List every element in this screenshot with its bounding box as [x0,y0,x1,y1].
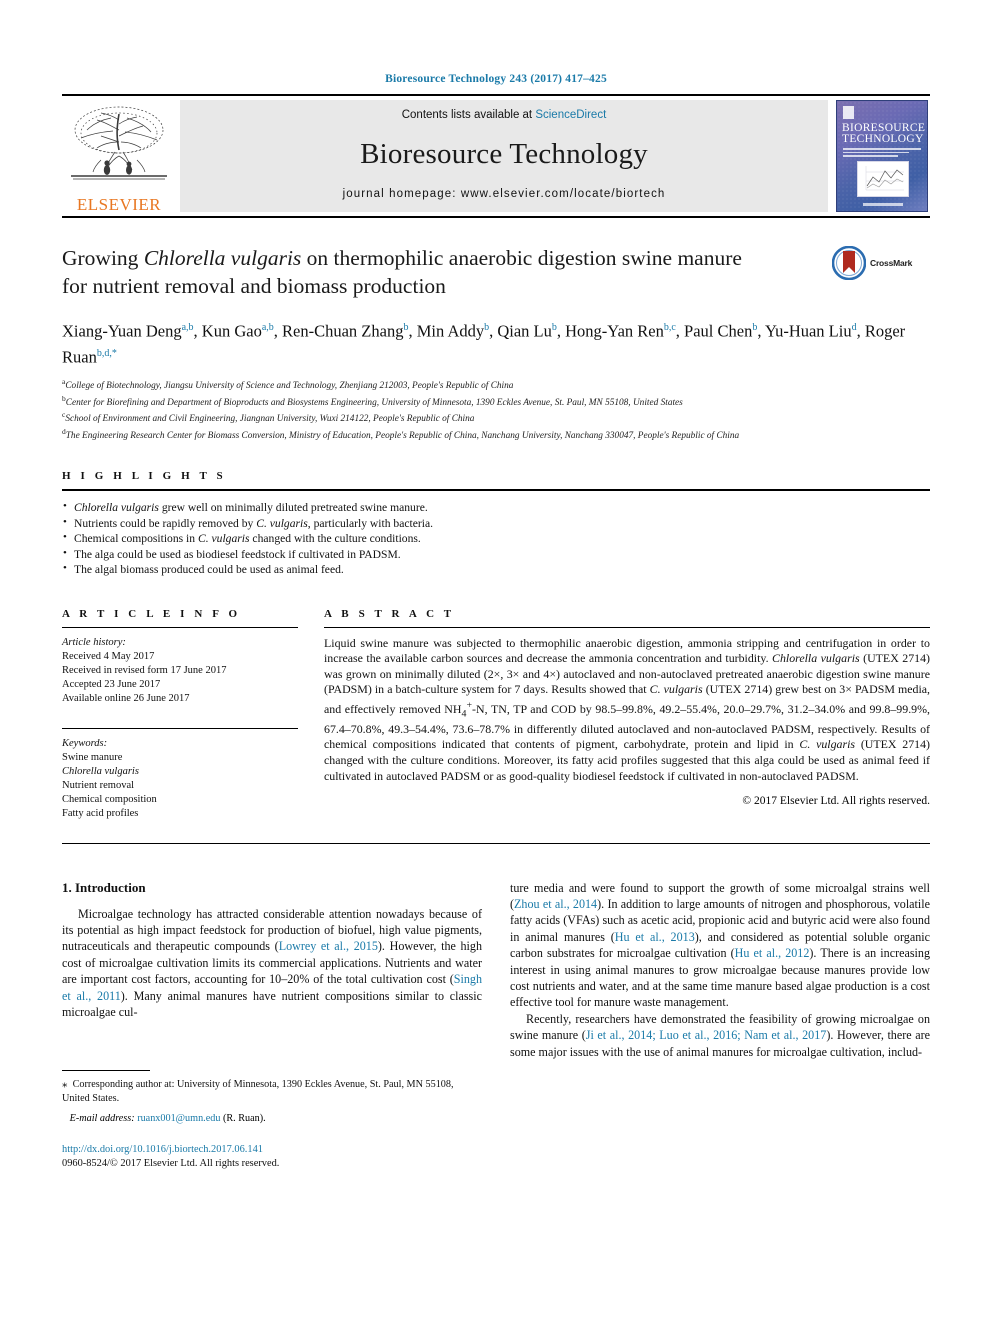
article-history-block: Article history: Received 4 May 2017 Rec… [62,628,298,706]
affiliation-c: cSchool of Environment and Civil Enginee… [62,410,475,425]
highlights-section: H I G H L I G H T S Chlorella vulgaris g… [62,470,930,578]
abstract-copyright: © 2017 Elsevier Ltd. All rights reserved… [742,795,930,808]
doi-block: http://dx.doi.org/10.1016/j.biortech.201… [62,1143,482,1170]
intro-paragraph-left: Microalgae technology has attracted cons… [62,906,483,1019]
journal-homepage-link[interactable]: journal homepage: www.elsevier.com/locat… [343,188,666,200]
history-received: Received 4 May 2017 [62,650,155,662]
highlight-item: Chemical compositions in C. vulgaris cha… [62,530,930,547]
footnote-block: ⁎ Corresponding author at: University of… [62,1070,482,1170]
affiliation-d: dThe Engineering Research Center for Bio… [62,426,740,441]
crossmark-icon [832,246,866,280]
cover-chart-image [857,161,909,197]
journal-masthead: ELSEVIER Contents lists available at Sci… [62,94,930,218]
elsevier-tree-icon [71,106,167,180]
contents-available-line: Contents lists available at ScienceDirec… [402,109,607,121]
highlight-item: Nutrients could be rapidly removed by C.… [62,515,930,532]
keyword-item: Chemical composition [62,793,157,805]
sciencedirect-link[interactable]: ScienceDirect [535,109,606,121]
author-list: Xiang-Yuan Denga,b, Kun Gaoa,b, Ren-Chua… [62,321,906,367]
cover-subtitle-bars [843,148,921,158]
abstract-text: Liquid swine manure was subjected to the… [324,635,930,783]
highlights-list: Chlorella vulgaris grew well on minimall… [62,491,930,578]
masthead-center: Contents lists available at ScienceDirec… [180,100,828,212]
highlight-item: Chlorella vulgaris grew well on minimall… [62,499,930,516]
history-online: Available online 26 June 2017 [62,692,190,704]
article-info-heading: A R T I C L E I N F O [62,607,241,620]
history-accepted: Accepted 23 June 2017 [62,678,161,690]
journal-title: Bioresource Technology [360,138,648,170]
elsevier-logo: ELSEVIER [62,96,180,216]
article-page: Bioresource Technology 243 (2017) 417–42… [0,0,992,1323]
keyword-item: Nutrient removal [62,779,135,791]
keyword-item: Swine manure [62,751,123,763]
introduction-section: 1. Introduction Microalgae technology ha… [62,880,930,1171]
title-block: Growing Chlorella vulgaris on thermophil… [62,244,930,300]
highlight-item: The algal biomass produced could be used… [62,561,930,578]
left-column: 1. Introduction Microalgae technology ha… [62,880,482,1171]
page-title: Growing Chlorella vulgaris on thermophil… [62,246,742,298]
cover-title: BIORESOURCE TECHNOLOGY [842,122,926,145]
article-info-column: A R T I C L E I N F O Article history: R… [62,608,298,821]
article-history-title: Article history: [62,636,126,648]
email-suffix: (R. Ruan). [222,1112,266,1124]
email-label: E-mail address: [69,1112,135,1124]
crossmark-label: CrossMark [870,258,913,268]
issn-copyright: 0960-8524/© 2017 Elsevier Ltd. All right… [62,1157,280,1169]
section-heading-introduction: 1. Introduction [62,879,146,895]
affiliation-a: aCollege of Biotechnology, Jiangsu Unive… [62,377,514,392]
corresponding-author-note: ⁎ Corresponding author at: University of… [62,1078,454,1104]
doi-link[interactable]: http://dx.doi.org/10.1016/j.biortech.201… [62,1143,482,1157]
cover-publisher-mark [843,106,854,119]
highlight-item: The alga could be used as biodiesel feed… [62,546,930,563]
highlights-heading: H I G H L I G H T S [62,470,227,482]
abstract-heading: A B S T R A C T [324,607,455,620]
intro-paragraph-right-1: ture media and were found to support the… [510,880,930,1010]
info-abstract-section: A R T I C L E I N F O Article history: R… [62,608,930,821]
journal-cover-thumbnail: BIORESOURCE TECHNOLOGY [834,96,930,216]
crossmark-badge[interactable]: CrossMark [832,244,930,300]
right-column: ture media and were found to support the… [510,880,930,1171]
abstract-column: A B S T R A C T Liquid swine manure was … [324,608,930,821]
elsevier-wordmark: ELSEVIER [76,195,162,214]
contents-prefix: Contents lists available at [401,109,536,121]
keyword-item: Chlorella vulgaris [62,765,139,777]
running-head: Bioresource Technology 243 (2017) 417–42… [385,73,607,85]
affiliation-b: bCenter for Biorefining and Department o… [62,393,683,408]
keywords-title: Keywords: [62,737,108,749]
keyword-item: Fatty acid profiles [62,807,139,819]
history-revised: Received in revised form 17 June 2017 [62,664,227,676]
keywords-block: Keywords: Swine manure Chlorella vulgari… [62,719,298,821]
intro-paragraph-right-2: Recently, researchers have demonstrated … [510,1011,930,1059]
email-note: E-mail address: ruanx001@umn.edu (R. Rua… [62,1112,482,1126]
affiliation-list: aCollege of Biotechnology, Jiangsu Unive… [62,376,930,442]
email-link[interactable]: ruanx001@umn.edu [137,1113,220,1124]
